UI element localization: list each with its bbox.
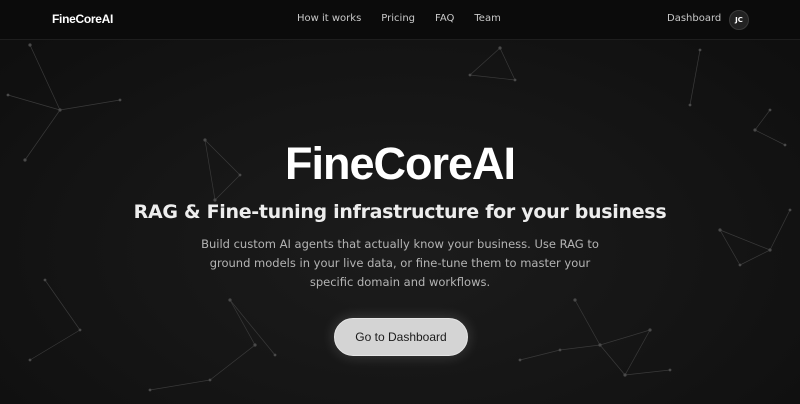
go-to-dashboard-button[interactable]: Go to Dashboard bbox=[334, 318, 468, 356]
hero-title: FineCoreAI bbox=[284, 138, 516, 189]
brand-logo[interactable]: FineCoreAI bbox=[52, 12, 113, 26]
nav-link-faq[interactable]: FAQ bbox=[435, 13, 454, 24]
hero-description: Build custom AI agents that actually kno… bbox=[201, 237, 599, 289]
landing-page: FineCoreAI How it works Pricing FAQ Team… bbox=[0, 0, 800, 404]
hero-subtitle: RAG & Fine-tuning infrastructure for you… bbox=[133, 201, 667, 223]
user-avatar[interactable]: JC bbox=[729, 10, 749, 30]
top-navbar: FineCoreAI How it works Pricing FAQ Team… bbox=[0, 0, 800, 40]
nav-link-dashboard[interactable]: Dashboard bbox=[667, 13, 721, 24]
nav-link-how-it-works[interactable]: How it works bbox=[297, 13, 361, 24]
nav-link-pricing[interactable]: Pricing bbox=[381, 13, 415, 24]
nav-link-team[interactable]: Team bbox=[474, 13, 500, 24]
nav-links: How it works Pricing FAQ Team bbox=[297, 13, 501, 24]
